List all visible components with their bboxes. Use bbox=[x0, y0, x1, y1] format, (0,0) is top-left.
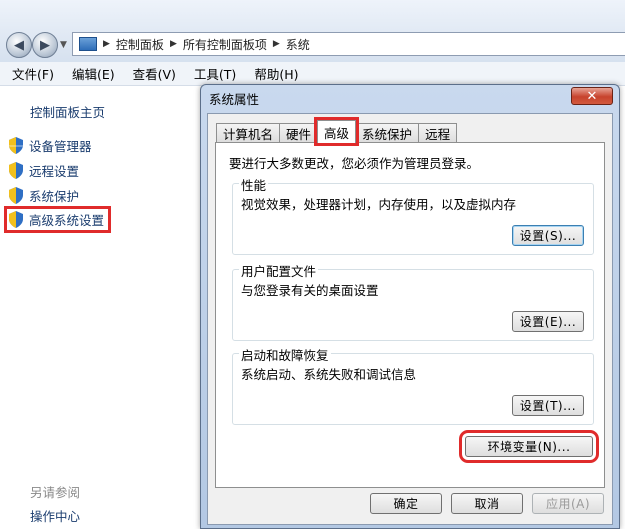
cancel-button[interactable]: 取消 bbox=[451, 493, 523, 514]
close-button[interactable]: ✕ bbox=[571, 87, 613, 105]
tab-computer-name[interactable]: 计算机名 bbox=[216, 123, 281, 143]
sidebar-item-label: 系统保护 bbox=[29, 189, 80, 204]
menu-bar: 文件(F) 编辑(E) 查看(V) 工具(T) 帮助(H) bbox=[0, 62, 625, 86]
menu-file[interactable]: 文件(F) bbox=[12, 64, 62, 83]
breadcrumb-item[interactable]: 所有控制面板项 bbox=[183, 36, 267, 53]
group-description: 系统启动、系统失败和调试信息 bbox=[241, 367, 417, 382]
group-legend: 启动和故障恢复 bbox=[239, 345, 331, 364]
chevron-right-icon[interactable]: ▶ bbox=[103, 39, 110, 49]
breadcrumb-item[interactable]: 系统 bbox=[286, 36, 310, 53]
sidebar-item-advanced-system-settings[interactable]: 高级系统设置 bbox=[3, 206, 112, 233]
ok-button[interactable]: 确定 bbox=[370, 493, 442, 514]
back-button[interactable]: ◀ bbox=[6, 32, 32, 58]
apply-button[interactable]: 应用(A) bbox=[532, 493, 604, 514]
sidebar-item-label: 高级系统设置 bbox=[29, 213, 105, 228]
performance-group: 性能 视觉效果，处理器计划，内存使用，以及虚拟内存 设置(S)... bbox=[232, 175, 594, 255]
group-legend: 用户配置文件 bbox=[239, 261, 319, 280]
breadcrumb[interactable]: ▶ 控制面板 ▶ 所有控制面板项 ▶ 系统 bbox=[72, 32, 625, 56]
see-also-heading: 另请参阅 bbox=[30, 485, 81, 500]
startup-recovery-group: 启动和故障恢复 系统启动、系统失败和调试信息 设置(T)... bbox=[232, 345, 594, 425]
dialog-title: 系统属性 bbox=[209, 92, 260, 107]
system-properties-dialog: 系统属性 ✕ 计算机名 硬件 高级 系统保护 远程 要进行大多数更改，您必须作为… bbox=[200, 84, 620, 529]
arrow-left-icon: ◀ bbox=[14, 37, 24, 53]
sidebar-item-label: 远程设置 bbox=[29, 164, 80, 179]
menu-view[interactable]: 查看(V) bbox=[133, 64, 184, 83]
close-icon: ✕ bbox=[586, 88, 598, 104]
user-profiles-settings-button[interactable]: 设置(E)... bbox=[512, 311, 584, 332]
chevron-right-icon[interactable]: ▶ bbox=[273, 39, 280, 49]
group-legend: 性能 bbox=[239, 175, 269, 194]
dialog-body: 计算机名 硬件 高级 系统保护 远程 要进行大多数更改，您必须作为管理员登录。 … bbox=[207, 113, 613, 525]
uac-shield-icon bbox=[8, 162, 24, 179]
action-center-link[interactable]: 操作中心 bbox=[30, 506, 80, 525]
admin-notice: 要进行大多数更改，您必须作为管理员登录。 bbox=[229, 156, 480, 171]
left-pane: 控制面板主页 设备管理器 远程设置 系统保护 高级系统设置 另请参阅 操作中心 bbox=[0, 86, 210, 529]
sidebar-item-remote-settings[interactable]: 远程设置 bbox=[8, 161, 79, 180]
recent-pages-chevron-down-icon[interactable]: ▼ bbox=[60, 40, 67, 50]
sidebar-item-device-manager[interactable]: 设备管理器 bbox=[8, 136, 92, 155]
sidebar-item-system-protection[interactable]: 系统保护 bbox=[8, 186, 79, 205]
group-description: 视觉效果，处理器计划，内存使用，以及虚拟内存 bbox=[241, 197, 517, 212]
uac-shield-icon bbox=[8, 187, 24, 204]
control-panel-home-link[interactable]: 控制面板主页 bbox=[30, 102, 105, 121]
menu-tools[interactable]: 工具(T) bbox=[194, 64, 244, 83]
uac-shield-icon bbox=[8, 211, 24, 228]
tab-system-protection[interactable]: 系统保护 bbox=[355, 123, 420, 143]
menu-edit[interactable]: 编辑(E) bbox=[72, 64, 123, 83]
tab-hardware[interactable]: 硬件 bbox=[279, 123, 319, 143]
advanced-tab-panel: 要进行大多数更改，您必须作为管理员登录。 性能 视觉效果，处理器计划，内存使用，… bbox=[215, 142, 605, 488]
menu-help[interactable]: 帮助(H) bbox=[254, 64, 306, 83]
tab-strip: 计算机名 硬件 高级 系统保护 远程 bbox=[216, 117, 458, 146]
environment-variables-button[interactable]: 环境变量(N)... bbox=[459, 430, 599, 463]
uac-shield-icon bbox=[8, 137, 24, 154]
group-description: 与您登录有关的桌面设置 bbox=[241, 283, 379, 298]
tab-advanced[interactable]: 高级 bbox=[314, 117, 360, 146]
tab-remote[interactable]: 远程 bbox=[418, 123, 458, 143]
chevron-right-icon[interactable]: ▶ bbox=[170, 39, 177, 49]
breadcrumb-item[interactable]: 控制面板 bbox=[116, 36, 164, 53]
performance-settings-button[interactable]: 设置(S)... bbox=[512, 225, 584, 246]
arrow-right-icon: ▶ bbox=[40, 37, 50, 53]
forward-button[interactable]: ▶ bbox=[32, 32, 58, 58]
startup-recovery-settings-button[interactable]: 设置(T)... bbox=[512, 395, 584, 416]
control-panel-icon bbox=[79, 37, 97, 51]
address-bar-area: ◀ ▶ ▼ ▶ 控制面板 ▶ 所有控制面板项 ▶ 系统 bbox=[0, 0, 625, 62]
user-profiles-group: 用户配置文件 与您登录有关的桌面设置 设置(E)... bbox=[232, 261, 594, 341]
sidebar-item-label: 设备管理器 bbox=[29, 139, 92, 154]
